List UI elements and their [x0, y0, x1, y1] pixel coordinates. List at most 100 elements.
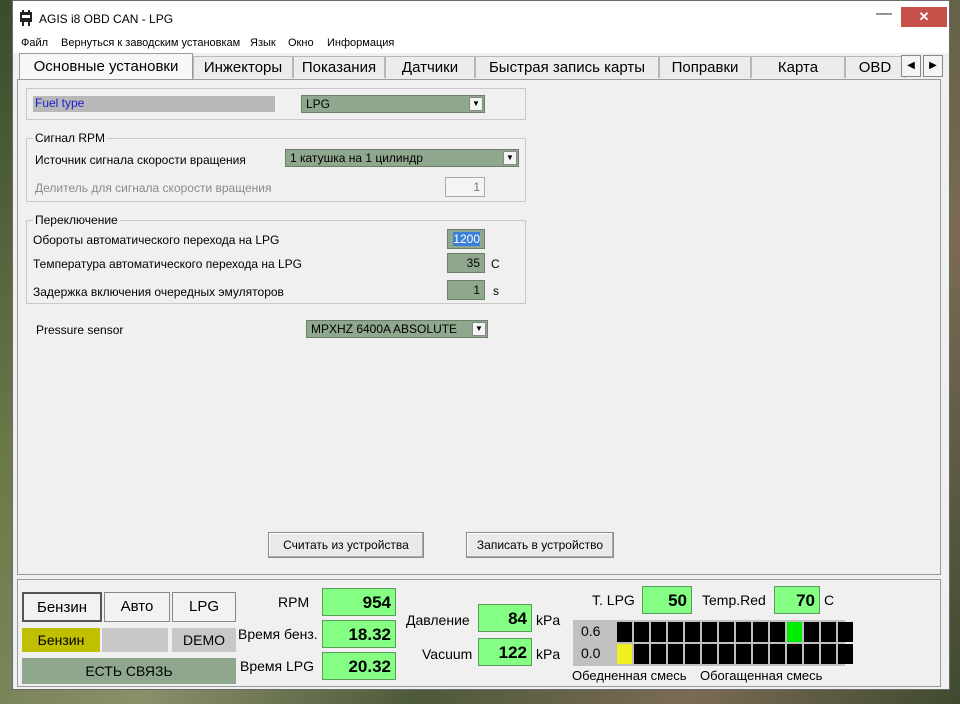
emulator-delay-field[interactable]: 1	[447, 280, 485, 300]
pressure-value: 84	[478, 604, 532, 632]
rpm-source-value: 1 катушка на 1 цилиндр	[290, 151, 423, 165]
mixture-cell	[804, 644, 819, 664]
reducer-temp-unit: C	[824, 592, 835, 608]
switch-rpm-label: Обороты автоматического перехода на LPG	[33, 233, 280, 247]
read-from-device-button[interactable]: Считать из устройства	[268, 532, 424, 558]
tab-injectors[interactable]: Инжекторы	[193, 56, 293, 78]
status-panel: Бензин Авто LPG Бензин DEMO ЕСТЬ СВЯЗЬ R…	[17, 579, 941, 687]
mixture-cell	[617, 644, 632, 664]
rpm-divider-label: Делитель для сигнала скорости вращения	[35, 181, 272, 195]
minimize-button[interactable]: —	[871, 5, 897, 27]
mixture-cell	[821, 644, 836, 664]
mixture-cell	[685, 644, 700, 664]
window-title: AGIS i8 OBD CAN - LPG	[39, 12, 174, 26]
pressure-sensor-value: MPXHZ 6400A ABSOLUTE	[311, 322, 458, 336]
tab-scroll-left-icon[interactable]: ◀	[901, 55, 921, 77]
mixture-cell	[719, 622, 734, 642]
mixture-cell	[787, 622, 802, 642]
chevron-down-icon[interactable]: ▼	[469, 97, 483, 111]
tab-scroll-right-icon[interactable]: ▶	[923, 55, 943, 77]
mixture-cell	[634, 644, 649, 664]
reducer-temp-value: 70	[774, 586, 820, 614]
switch-temp-field[interactable]: 35	[447, 253, 485, 273]
tab-readings[interactable]: Показания	[293, 56, 385, 78]
pressure-unit: kPa	[536, 612, 561, 628]
switch-temp-label: Температура автоматического перехода на …	[33, 257, 302, 271]
rpm-source-label: Источник сигнала скорости вращения	[35, 153, 246, 167]
switching-title: Переключение	[33, 213, 120, 227]
lpg-temp-label: T. LPG	[592, 592, 635, 608]
emulator-delay-unit: s	[493, 284, 499, 298]
mixture-grid: 0.6 0.0	[573, 620, 853, 666]
mixture-cell	[736, 622, 751, 642]
mixture-cell	[668, 622, 683, 642]
switch-temp-unit: C	[491, 257, 500, 271]
tab-quick-map[interactable]: Быстрая запись карты	[475, 56, 659, 78]
write-to-device-button[interactable]: Записать в устройство	[466, 532, 614, 558]
rpm-label: RPM	[278, 594, 310, 610]
rpm-source-select[interactable]: 1 катушка на 1 цилиндр ▼	[285, 149, 519, 167]
title-bar: AGIS i8 OBD CAN - LPG — ✕	[13, 1, 949, 35]
mixture-cell	[702, 644, 717, 664]
mode-petrol-button[interactable]: Бензин	[22, 592, 102, 622]
demo-indicator: DEMO	[172, 628, 236, 652]
menu-info[interactable]: Информация	[327, 37, 394, 49]
mixture-cell	[838, 644, 853, 664]
mixture-cell	[804, 622, 819, 642]
rpm-value: 954	[322, 588, 396, 616]
rich-mixture-label: Обогащенная смесь	[700, 668, 823, 683]
tab-obd[interactable]: OBD	[845, 56, 905, 78]
mixture-cell	[651, 622, 666, 642]
mixture-cell	[617, 622, 632, 642]
app-icon	[20, 10, 32, 26]
vacuum-label: Vacuum	[422, 646, 473, 662]
menu-file[interactable]: Файл	[21, 37, 48, 49]
petrol-time-value: 18.32	[322, 620, 396, 648]
app-window: AGIS i8 OBD CAN - LPG — ✕ Файл Вернуться…	[12, 0, 950, 690]
mixture-cell	[668, 644, 683, 664]
menu-bar: Файл Вернуться к заводским установкам Яз…	[13, 35, 949, 53]
pressure-sensor-select[interactable]: MPXHZ 6400A ABSOLUTE ▼	[306, 320, 488, 338]
mixture-cell	[787, 644, 802, 664]
lean-mixture-label: Обедненная смесь	[572, 668, 687, 683]
tab-sensors[interactable]: Датчики	[385, 56, 475, 78]
close-button[interactable]: ✕	[901, 7, 947, 27]
mixture-cell	[702, 622, 717, 642]
rpm-signal-title: Сигнал RPM	[33, 131, 108, 145]
vacuum-value: 122	[478, 638, 532, 666]
mixture-cell	[685, 622, 700, 642]
mixture-cell	[838, 622, 853, 642]
pressure-label: Давление	[406, 612, 470, 628]
chevron-down-icon[interactable]: ▼	[472, 322, 486, 336]
mixture-cell	[634, 622, 649, 642]
mode-auto-button[interactable]: Авто	[104, 592, 170, 622]
tab-basic-settings[interactable]: Основные установки	[19, 53, 193, 79]
chevron-down-icon[interactable]: ▼	[503, 151, 517, 165]
menu-window[interactable]: Окно	[288, 37, 314, 49]
mixture-cell	[719, 644, 734, 664]
tab-strip: Основные установки Инжекторы Показания Д…	[17, 53, 945, 79]
tab-corrections[interactable]: Поправки	[659, 56, 751, 78]
fuel-status-indicator: Бензин	[22, 628, 100, 652]
lpg-temp-value: 50	[642, 586, 692, 614]
mixture-cell	[821, 622, 836, 642]
switching-group: Переключение Обороты автоматического пер…	[26, 213, 526, 304]
menu-language[interactable]: Язык	[250, 37, 276, 49]
fuel-type-value: LPG	[306, 97, 331, 111]
fuel-type-select[interactable]: LPG ▼	[301, 95, 485, 113]
lpg-time-value: 20.32	[322, 652, 396, 680]
mode-lpg-button[interactable]: LPG	[172, 592, 236, 622]
switch-rpm-value: 1200	[453, 232, 480, 246]
settings-panel: Fuel type LPG ▼ Сигнал RPM Источник сигн…	[17, 79, 941, 575]
connection-status: ЕСТЬ СВЯЗЬ	[22, 658, 236, 684]
tab-map[interactable]: Карта	[751, 56, 845, 78]
emulator-delay-label: Задержка включения очередных эмуляторов	[33, 285, 284, 299]
mixture-cell	[753, 622, 768, 642]
rpm-divider-field[interactable]: 1	[445, 177, 485, 197]
rpm-signal-group: Сигнал RPM Источник сигнала скорости вра…	[26, 131, 526, 202]
reducer-temp-label: Temp.Red	[702, 592, 766, 608]
menu-reset-defaults[interactable]: Вернуться к заводским установкам	[61, 37, 240, 49]
fuel-type-group: Fuel type LPG ▼	[26, 88, 526, 120]
mixture-cell	[753, 644, 768, 664]
switch-rpm-field[interactable]: 1200	[447, 229, 485, 249]
